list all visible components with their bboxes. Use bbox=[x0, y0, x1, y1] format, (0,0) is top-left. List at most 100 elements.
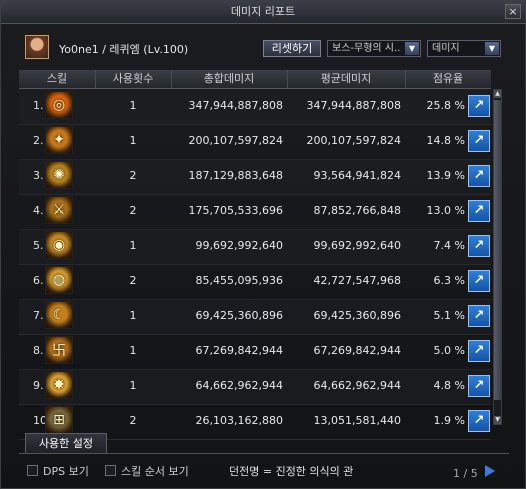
damage-type-select[interactable]: 데미지 ▼ bbox=[427, 40, 501, 57]
share-icon[interactable]: ↗ bbox=[468, 165, 490, 187]
share-icon[interactable]: ↗ bbox=[468, 305, 490, 327]
rune-script-icon: 卐 bbox=[45, 336, 73, 364]
crescent-icon: ☾ bbox=[45, 301, 73, 329]
damage-share: 5.0 % bbox=[433, 344, 465, 357]
use-count: 1 bbox=[129, 134, 137, 147]
damage-share: 13.9 % bbox=[426, 169, 465, 182]
share-icon[interactable]: ↗ bbox=[468, 340, 490, 362]
header-skill[interactable]: 스킬 bbox=[19, 70, 96, 88]
dungeon-name: 던전명 = 진정한 의식의 관 bbox=[229, 465, 354, 478]
total-damage: 99,692,992,640 bbox=[195, 239, 283, 252]
reset-button[interactable]: 리셋하기 bbox=[263, 40, 321, 57]
use-count: 2 bbox=[129, 169, 137, 182]
damage-share: 6.3 % bbox=[433, 274, 465, 287]
table-row[interactable]: 6. ◍ 2 85,455,095,936 42,727,547,968 6.3 % ↗ bbox=[19, 264, 491, 300]
average-damage: 42,727,547,968 bbox=[313, 274, 401, 287]
avatar bbox=[25, 35, 49, 59]
damage-report-window: 데미지 리포트 × Yo0ne1 / 레퀴엠 (Lv.100) 리셋하기 보스-… bbox=[0, 0, 526, 489]
damage-share: 5.1 % bbox=[433, 309, 465, 322]
total-damage: 26,103,162,880 bbox=[195, 414, 283, 427]
chevron-down-icon: ▼ bbox=[405, 42, 419, 55]
light-beam-icon: ✸ bbox=[45, 371, 73, 399]
share-icon[interactable]: ↗ bbox=[468, 200, 490, 222]
dps-checkbox[interactable] bbox=[27, 465, 38, 476]
scroll-up-icon[interactable]: ▲ bbox=[494, 90, 501, 98]
damage-type-value: 데미지 bbox=[432, 43, 460, 54]
page-indicator: 1 / 5 bbox=[453, 467, 478, 480]
average-damage: 347,944,887,808 bbox=[306, 99, 401, 112]
total-damage: 347,944,887,808 bbox=[188, 99, 283, 112]
cross-box-icon: ⊞ bbox=[45, 406, 73, 434]
damage-share: 14.8 % bbox=[426, 134, 465, 147]
header-avg[interactable]: 평균데미지 bbox=[287, 70, 406, 88]
skill-order-label: 스킬 순서 보기 bbox=[121, 465, 189, 478]
share-icon[interactable]: ↗ bbox=[468, 375, 490, 397]
use-count: 1 bbox=[129, 239, 137, 252]
divider bbox=[19, 453, 509, 454]
total-damage: 85,455,095,936 bbox=[195, 274, 283, 287]
average-damage: 13,051,581,440 bbox=[313, 414, 401, 427]
total-damage: 187,129,883,648 bbox=[188, 169, 283, 182]
use-count: 1 bbox=[129, 309, 137, 322]
dps-label: DPS 보기 bbox=[43, 465, 89, 478]
table-row[interactable]: 8. 卐 1 67,269,842,944 67,269,842,944 5.0 % ↗ bbox=[19, 334, 491, 370]
header-total[interactable]: 총합데미지 bbox=[171, 70, 288, 88]
share-icon[interactable]: ↗ bbox=[468, 270, 490, 292]
average-damage: 64,662,962,944 bbox=[313, 379, 401, 392]
share-icon[interactable]: ↗ bbox=[468, 235, 490, 257]
window-title: 데미지 리포트 bbox=[230, 5, 296, 18]
average-damage: 99,692,992,640 bbox=[313, 239, 401, 252]
boss-select[interactable]: 보스-무형의 시.. ▼ bbox=[327, 40, 421, 57]
scrollbar[interactable]: ▲ ▼ bbox=[493, 89, 502, 425]
total-damage: 67,269,842,944 bbox=[195, 344, 283, 357]
boss-select-value: 보스-무형의 시.. bbox=[332, 43, 401, 54]
total-damage: 200,107,597,824 bbox=[188, 134, 283, 147]
share-icon[interactable]: ↗ bbox=[468, 130, 490, 152]
table-row[interactable]: 4. ⚔ 2 175,705,533,696 87,852,766,848 13.0 % ↗ bbox=[19, 194, 491, 230]
table-row[interactable]: 7. ☾ 1 69,425,360,896 69,425,360,896 5.1 % ↗ bbox=[19, 299, 491, 335]
use-count: 2 bbox=[129, 274, 137, 287]
header-share[interactable]: 점유율 bbox=[405, 70, 491, 88]
damage-share: 7.4 % bbox=[433, 239, 465, 252]
damage-share: 13.0 % bbox=[426, 204, 465, 217]
title-bar[interactable]: 데미지 리포트 × bbox=[1, 1, 525, 24]
character-name: Yo0ne1 / 레퀴엠 (Lv.100) bbox=[59, 43, 189, 56]
use-count: 1 bbox=[129, 379, 137, 392]
total-damage: 69,425,360,896 bbox=[195, 309, 283, 322]
ring-sigil-icon: ◎ bbox=[45, 91, 73, 119]
total-damage: 64,662,962,944 bbox=[195, 379, 283, 392]
header-count[interactable]: 사용횟수 bbox=[95, 70, 172, 88]
dancer-icon: ✦ bbox=[45, 126, 73, 154]
vortex-icon: ◉ bbox=[45, 231, 73, 259]
close-button[interactable]: × bbox=[505, 4, 521, 19]
damage-share: 25.8 % bbox=[426, 99, 465, 112]
table-row[interactable]: 5. ◉ 1 99,692,992,640 99,692,992,640 7.4 % ↗ bbox=[19, 229, 491, 265]
table-row[interactable]: 2. ✦ 1 200,107,597,824 200,107,597,824 14.8 %… bbox=[19, 124, 491, 160]
table-row[interactable]: 1. ◎ 1 347,944,887,808 347,944,887,808 25.8 %… bbox=[19, 89, 491, 125]
damage-share: 4.8 % bbox=[433, 379, 465, 392]
use-count: 1 bbox=[129, 344, 137, 357]
skill-order-checkbox[interactable] bbox=[105, 465, 116, 476]
target-orb-icon: ◍ bbox=[45, 266, 73, 294]
next-page-icon[interactable] bbox=[485, 465, 495, 477]
scroll-thumb[interactable] bbox=[494, 100, 501, 400]
star-burst-icon: ✺ bbox=[45, 161, 73, 189]
average-damage: 69,425,360,896 bbox=[313, 309, 401, 322]
damage-share: 1.9 % bbox=[433, 414, 465, 427]
chevron-down-icon: ▼ bbox=[485, 42, 499, 55]
table-header: 스킬 사용횟수 총합데미지 평균데미지 점유율 bbox=[19, 70, 491, 89]
share-icon[interactable]: ↗ bbox=[468, 410, 490, 432]
average-damage: 93,564,941,824 bbox=[313, 169, 401, 182]
blade-slash-icon: ⚔ bbox=[45, 196, 73, 224]
average-damage: 200,107,597,824 bbox=[306, 134, 401, 147]
share-icon[interactable]: ↗ bbox=[468, 95, 490, 117]
table-row[interactable]: 3. ✺ 2 187,129,883,648 93,564,941,824 13.9 % ↗ bbox=[19, 159, 491, 195]
use-count: 2 bbox=[129, 414, 137, 427]
use-count: 1 bbox=[129, 99, 137, 112]
table-row[interactable]: 9. ✸ 1 64,662,962,944 64,662,962,944 4.8 % ↗ bbox=[19, 369, 491, 405]
average-damage: 87,852,766,848 bbox=[313, 204, 401, 217]
tab-used-settings[interactable]: 사용한 설정 bbox=[25, 433, 107, 453]
scroll-down-icon[interactable]: ▼ bbox=[494, 416, 501, 424]
total-damage: 175,705,533,696 bbox=[188, 204, 283, 217]
use-count: 2 bbox=[129, 204, 137, 217]
